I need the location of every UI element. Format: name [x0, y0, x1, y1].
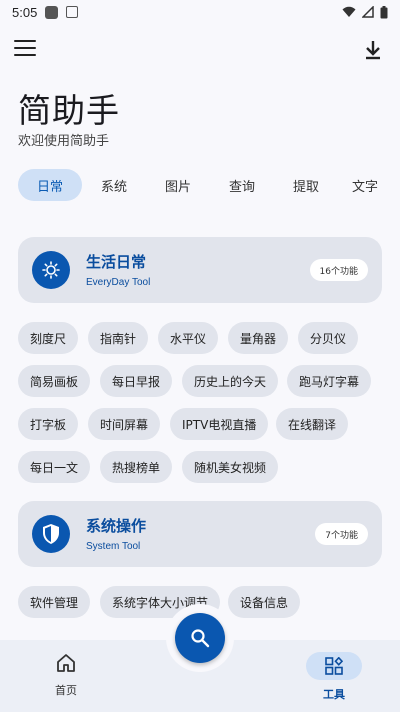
tab-daily[interactable]: 日常 [18, 169, 82, 201]
section-title: 系统操作 [86, 517, 147, 535]
search-icon [191, 629, 210, 648]
battery-icon [380, 5, 388, 18]
tool-chip[interactable]: 历史上的今天 [182, 365, 279, 397]
section-title: 生活日常 [86, 253, 147, 271]
tool-chip[interactable]: 在线翻译 [276, 408, 349, 440]
widgets-icon [325, 657, 343, 675]
tool-chip[interactable]: 简易画板 [18, 365, 91, 397]
tab-extract[interactable]: 提取 [274, 169, 338, 201]
signal-icon [362, 6, 374, 18]
page-subtitle: 欢迎使用简助手 [18, 134, 110, 149]
top-app-bar [0, 30, 400, 70]
tool-chip[interactable]: 量角器 [228, 322, 289, 354]
search-fab[interactable] [175, 613, 225, 663]
wifi-icon [342, 6, 356, 17]
tool-chip[interactable]: 设备信息 [228, 586, 301, 618]
count-badge: 7个功能 [315, 523, 368, 545]
count-badge: 16个功能 [309, 259, 368, 281]
nav-tools-label: 工具 [323, 688, 345, 701]
menu-icon [14, 40, 36, 42]
tool-chip[interactable]: 跑马灯字幕 [287, 365, 372, 397]
status-time: 5:05 [12, 4, 38, 20]
category-tabs: 日常 系统 图片 查询 提取 文字 [18, 168, 400, 202]
tab-system[interactable]: 系统 [82, 169, 146, 201]
nav-tools-indicator [306, 652, 362, 680]
tool-chip[interactable]: 热搜榜单 [100, 451, 173, 483]
tool-chip[interactable]: 水平仪 [158, 322, 219, 354]
section-card-daily[interactable]: 生活日常 EveryDay Tool 16个功能 [18, 237, 382, 303]
tool-chip[interactable]: 每日早报 [100, 365, 173, 397]
sun-gear-icon [32, 251, 70, 289]
section-subtitle: System Tool [86, 541, 141, 552]
tool-chip[interactable]: 随机美女视频 [182, 451, 279, 483]
tool-chip[interactable]: IPTV电视直播 [170, 408, 269, 440]
page-title: 简助手 [18, 91, 120, 130]
notification-icon [45, 5, 59, 19]
fab-cutout [166, 604, 234, 672]
home-icon [57, 654, 75, 672]
tool-chip[interactable]: 刻度尺 [18, 322, 79, 354]
section-card-system[interactable]: 系统操作 System Tool 7个功能 [18, 501, 382, 567]
status-icons [342, 5, 388, 19]
tool-chip[interactable]: 分贝仪 [298, 322, 359, 354]
tool-chip[interactable]: 时间屏幕 [88, 408, 161, 440]
shield-icon [32, 515, 70, 553]
tool-chip[interactable]: 指南针 [88, 322, 149, 354]
tool-chip[interactable]: 每日一文 [18, 451, 91, 483]
nav-home-label: 首页 [55, 684, 77, 697]
download-icon [366, 41, 380, 60]
tab-image[interactable]: 图片 [146, 169, 210, 201]
notification-a-icon [66, 6, 79, 18]
section-subtitle: EveryDay Tool [86, 277, 151, 288]
download-button[interactable] [362, 38, 384, 62]
tool-chip[interactable]: 打字板 [18, 408, 79, 440]
tab-query[interactable]: 查询 [210, 169, 274, 201]
status-bar: 5:05 [0, 0, 400, 24]
tab-text[interactable]: 文字 [338, 169, 392, 201]
tool-chip[interactable]: 软件管理 [18, 586, 91, 618]
menu-button[interactable] [14, 40, 36, 60]
nav-home[interactable]: 首页 [36, 652, 96, 708]
nav-tools[interactable]: 工具 [304, 652, 364, 708]
